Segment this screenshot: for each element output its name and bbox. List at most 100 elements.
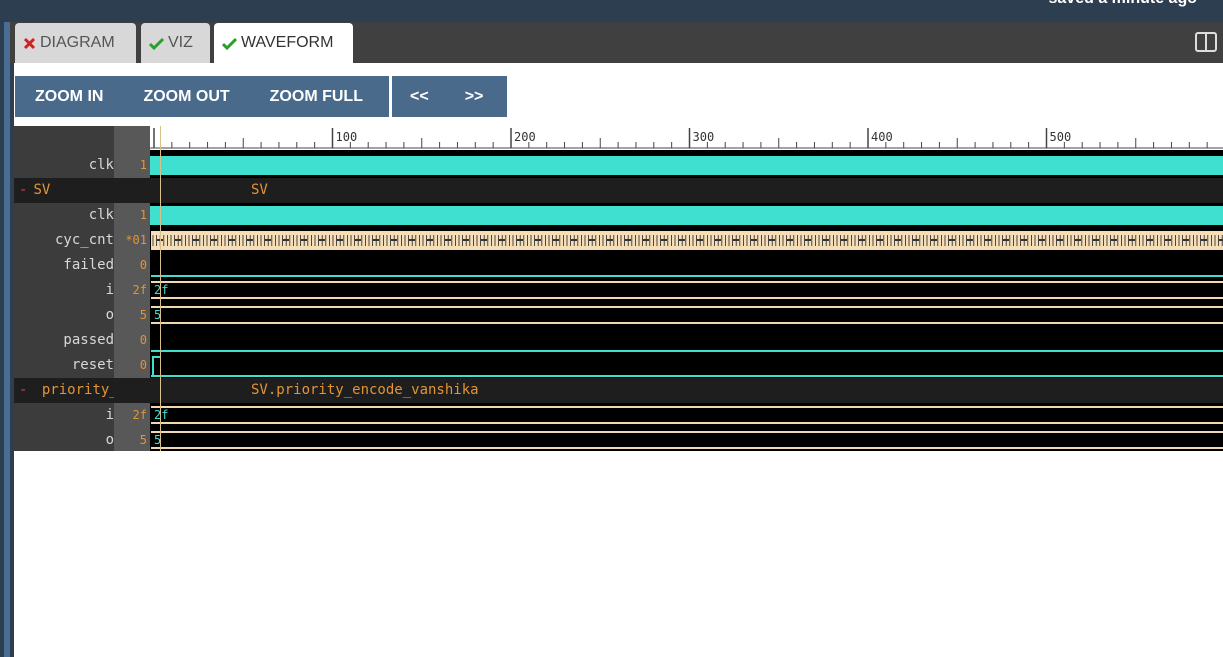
counter-glyph [607, 239, 613, 241]
signal-row[interactable]: o 5 5 [14, 303, 1223, 328]
ruler-tick-label: 300 [693, 130, 715, 144]
bus-trace [151, 281, 1223, 299]
ruler-tick-label: 200 [514, 130, 536, 144]
counter-glyph [1039, 239, 1045, 241]
signal-row[interactable]: passed 0 [14, 328, 1223, 353]
counter-glyph [355, 239, 361, 241]
counter-glyph [337, 239, 343, 241]
signal-value: *01 [125, 233, 147, 247]
signal-name: clk [88, 157, 114, 173]
counter-glyph [571, 239, 577, 241]
group-row[interactable]: - SV SV [14, 178, 1223, 203]
signal-row[interactable]: i 2f 2f [14, 403, 1223, 428]
time-ruler[interactable]: 100 200 300 400 500 [150, 126, 1223, 150]
counter-glyph [463, 239, 469, 241]
signal-name: i [105, 407, 114, 423]
signal-row[interactable]: clk 1 [14, 153, 1223, 178]
counter-glyph [517, 239, 523, 241]
group-row[interactable]: - priority_en SV.priority_encode_vanshik… [14, 378, 1223, 403]
signal-row[interactable]: clk 1 [14, 203, 1223, 228]
zoom-out-button[interactable]: ZOOM OUT [123, 76, 249, 117]
counter-glyph [913, 239, 919, 241]
counter-glyph [985, 239, 991, 241]
zoom-in-button[interactable]: ZOOM IN [15, 76, 123, 117]
group-label: priority_en [41, 382, 114, 398]
counter-glyph [499, 239, 505, 241]
tab-waveform-label: WAVEFORM [241, 34, 334, 51]
counter-glyph [265, 239, 271, 241]
zoom-full-button[interactable]: ZOOM FULL [250, 76, 383, 117]
group-label: SV [33, 182, 51, 198]
counter-trace [151, 231, 1223, 250]
counter-glyph [823, 239, 829, 241]
ruler-tick-label: 100 [336, 130, 358, 144]
time-cursor[interactable] [160, 126, 161, 451]
counter-glyph [769, 239, 775, 241]
signal-value: 1 [139, 208, 147, 222]
signal-value: 5 [139, 308, 147, 322]
signal-value: 2f [132, 283, 147, 297]
scroll-toolbar: << >> [392, 76, 507, 117]
tab-diagram-label: DIAGRAM [40, 34, 115, 51]
tab-viz-label: VIZ [168, 34, 193, 51]
group-name: - priority_en [14, 378, 114, 403]
counter-glyph [481, 239, 487, 241]
group-path: SV [251, 182, 268, 198]
counter-glyph [787, 239, 793, 241]
counter-glyph [1147, 239, 1153, 241]
signal-name: o [105, 432, 114, 448]
counter-glyph [715, 239, 721, 241]
signal-value: 0 [139, 333, 147, 347]
signal-name: o [105, 307, 114, 323]
counter-glyph [589, 239, 595, 241]
top-bar: saved a minute ago [0, 0, 1223, 22]
counter-glyph [733, 239, 739, 241]
signal-row[interactable]: failed 0 [14, 253, 1223, 278]
counter-glyph [535, 239, 541, 241]
check-icon [149, 37, 164, 50]
bus-value-label: 2f [154, 283, 169, 297]
counter-glyph [1021, 239, 1027, 241]
x-icon [23, 37, 36, 49]
tab-diagram[interactable]: DIAGRAM [15, 23, 136, 63]
counter-glyph [931, 239, 937, 241]
clock-trace [150, 156, 1223, 175]
signal-row[interactable]: o 5 5 [14, 428, 1223, 451]
signal-value: 5 [139, 433, 147, 447]
counter-glyph [1183, 239, 1189, 241]
counter-glyph [283, 239, 289, 241]
zoom-toolbar: ZOOM IN ZOOM OUT ZOOM FULL [15, 76, 389, 117]
scroll-left-button[interactable]: << [392, 76, 447, 117]
signal-row[interactable]: cyc_cnt *01 [14, 228, 1223, 253]
counter-glyph [1057, 239, 1063, 241]
signal-name: passed [63, 332, 114, 348]
counter-glyph [1075, 239, 1081, 241]
counter-glyph [175, 239, 181, 241]
counter-glyph [409, 239, 415, 241]
tab-viz[interactable]: VIZ [141, 23, 210, 63]
tab-bar: DIAGRAM VIZ WAVEFORM [10, 22, 1223, 63]
signal-name: failed [63, 257, 114, 273]
tab-waveform[interactable]: WAVEFORM [214, 23, 353, 63]
bus-trace [151, 431, 1223, 449]
clock-trace [150, 206, 1223, 225]
counter-glyph [697, 239, 703, 241]
signal-row[interactable]: reset 0 [14, 353, 1223, 378]
split-view-icon[interactable] [1195, 31, 1217, 53]
low-trace [151, 350, 1223, 352]
counter-glyph [211, 239, 217, 241]
counter-glyph [661, 239, 667, 241]
collapse-toggle[interactable]: - [19, 382, 27, 398]
counter-glyph [427, 239, 433, 241]
save-status: saved a minute ago [1049, 0, 1198, 8]
waveform-viewer: 100 200 300 400 500 clk 1 - SV SV clk 1 cyc_c… [14, 126, 1223, 451]
scroll-right-button[interactable]: >> [447, 76, 502, 117]
signal-name: clk [88, 207, 114, 223]
counter-glyph [373, 239, 379, 241]
signal-name: i [105, 282, 114, 298]
collapse-toggle[interactable]: - [19, 182, 27, 198]
counter-glyph [1093, 239, 1099, 241]
signal-value: 0 [139, 358, 147, 372]
counter-glyph [391, 239, 397, 241]
signal-row[interactable]: i 2f 2f [14, 278, 1223, 303]
